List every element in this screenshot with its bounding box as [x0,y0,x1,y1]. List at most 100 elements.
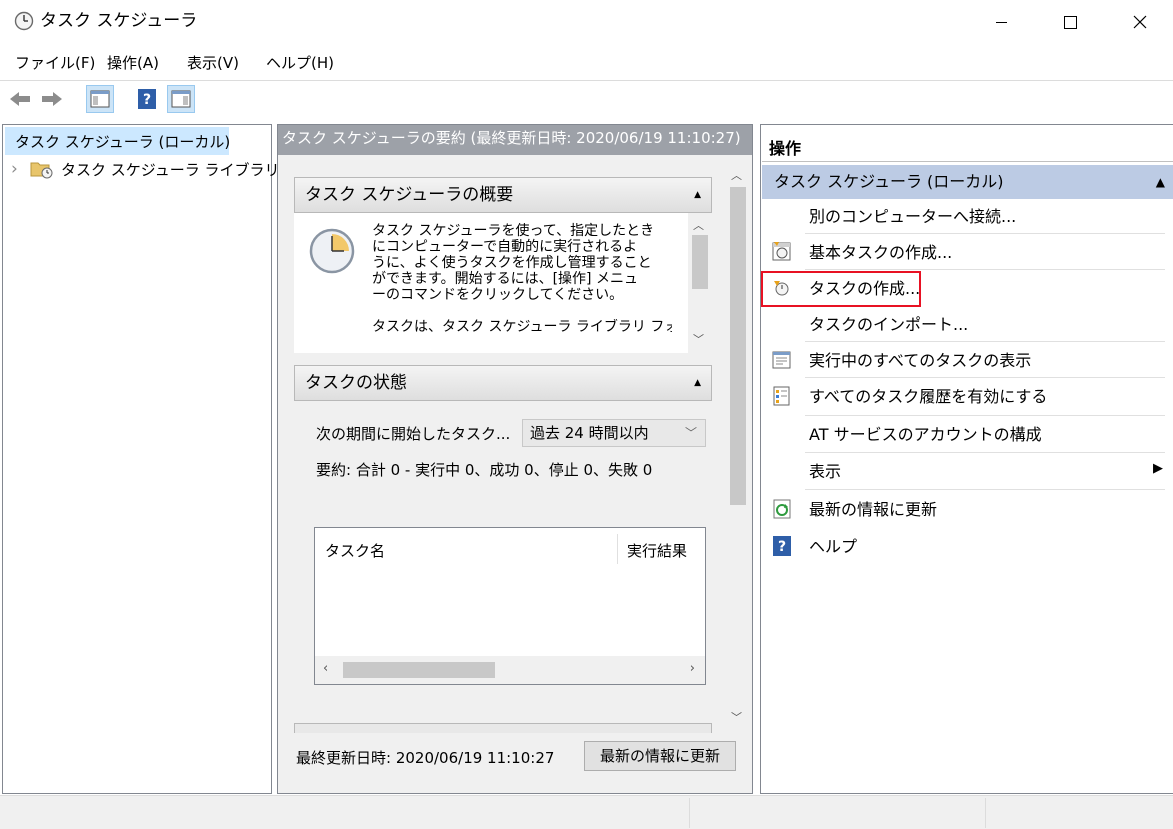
task-history-icon [773,386,790,406]
period-dropdown-value: 過去 24 時間以内 [530,424,649,442]
next-section-header[interactable] [294,723,712,733]
scroll-thumb[interactable] [692,235,708,289]
overview-content: タスク スケジューラを使って、指定したとき にコンピューターで自動的に実行される… [294,213,712,353]
divider [762,161,1173,162]
overview-section-header[interactable]: タスク スケジューラの概要 ▲ [294,177,712,213]
menu-file[interactable]: ファイル(F) [15,52,95,74]
period-dropdown[interactable]: 過去 24 時間以内 ﹀ [522,419,706,447]
help-icon: ? [773,536,791,556]
status-section-header[interactable]: タスクの状態 ▲ [294,365,712,401]
collapse-icon[interactable]: ▲ [1156,165,1165,199]
collapse-icon[interactable]: ▲ [694,178,701,212]
column-header-result[interactable]: 実行結果 [627,540,687,561]
status-bar [0,795,1173,829]
action-create-basic-task[interactable]: 基本タスクの作成... [809,241,952,265]
window-title: タスク スケジューラ [40,11,198,31]
divider [805,452,1165,453]
divider [805,489,1165,490]
menu-help[interactable]: ヘルプ(H) [266,52,334,74]
tree-item-local[interactable]: タスク スケジューラ (ローカル) [5,127,231,155]
overview-line: ができます。開始するには、[操作] メニュ [372,271,638,287]
divider [805,415,1165,416]
expand-icon[interactable]: › [11,159,29,179]
svg-text:?: ? [778,539,786,555]
forward-arrow-icon [42,92,62,106]
maximize-button[interactable] [1047,0,1093,44]
overview-section-title: タスク スケジューラの概要 [305,185,514,205]
clock-icon [14,11,34,31]
action-enable-task-history[interactable]: すべてのタスク履歴を有効にする [809,385,1047,409]
menu-action[interactable]: 操作(A) [107,52,159,74]
minimize-icon [995,21,1007,23]
tree-item-local-label: タスク スケジューラ (ローカル) [15,132,231,151]
running-tasks-icon [772,351,791,369]
summary-scrollbar[interactable]: ︿ ﹀ [726,161,750,729]
column-header-task-name[interactable]: タスク名 [325,540,385,561]
action-refresh[interactable]: 最新の情報に更新 [809,498,937,522]
divider [805,341,1165,342]
status-divider [985,798,986,828]
scroll-up-icon[interactable]: ︿ [731,167,742,183]
last-updated-label: 最終更新日時: 2020/06/19 11:10:27 [296,749,555,767]
back-button[interactable] [6,85,34,113]
overview-line: ーのコマンドをクリックしてください。 [372,287,624,303]
console-tree: タスク スケジューラ (ローカル) › タスク スケジューラ ライブラリ [2,124,280,794]
chevron-down-icon: ﹀ [684,426,697,440]
action-at-service-account[interactable]: AT サービスのアカウントの構成 [809,423,1042,447]
action-help[interactable]: ヘルプ [809,535,857,559]
forward-button[interactable] [38,85,66,113]
collapse-icon[interactable]: ▲ [694,366,701,400]
action-import-task[interactable]: タスクのインポート... [809,313,968,337]
scroll-up-icon[interactable]: ︿ [693,217,704,233]
actions-title: 操作 [769,139,802,158]
submenu-arrow-icon: ▶ [1153,461,1163,476]
help-button[interactable]: ? [133,85,161,113]
scroll-thumb[interactable] [730,187,746,505]
tree-item-library-label: タスク スケジューラ ライブラリ [61,160,280,179]
refresh-icon [773,499,791,519]
divider [805,233,1165,234]
summary-header: タスク スケジューラの要約 (最終更新日時: 2020/06/19 11:10:… [278,125,752,155]
close-icon [1133,15,1147,29]
close-button[interactable] [1117,0,1163,44]
svg-text:?: ? [143,92,151,108]
status-content: 次の期間に開始したタスク... 過去 24 時間以内 ﹀ 要約: 合計 0 - … [294,401,712,709]
show-hide-console-tree-button[interactable] [86,85,114,113]
scroll-down-icon[interactable]: ﹀ [731,709,742,725]
divider [805,269,1165,270]
scroll-right-icon[interactable]: › [690,661,695,676]
show-hide-action-pane-button[interactable] [167,85,195,113]
highlight-box [761,271,921,307]
toolbar: ? [0,80,1173,117]
clock-icon [309,228,355,274]
action-connect-computer[interactable]: 別のコンピューターへ接続... [809,205,1016,229]
task-table[interactable]: タスク名 実行結果 ‹ › [314,527,706,685]
back-arrow-icon [10,92,30,106]
menu-bar: ファイル(F) 操作(A) 表示(V) ヘルプ(H) [0,48,1173,78]
action-display-running-tasks[interactable]: 実行中のすべてのタスクの表示 [809,349,1031,373]
horizontal-scrollbar[interactable]: ‹ › [315,656,705,684]
help-icon: ? [138,89,156,109]
create-basic-task-icon [772,242,791,261]
menu-view[interactable]: 表示(V) [187,52,239,74]
overview-scrollbar[interactable]: ︿ ﹀ [688,213,712,353]
overview-line: うに、よく使うタスクを作成し管理すること [372,255,652,271]
action-view[interactable]: 表示 [809,460,841,484]
actions-section-title: タスク スケジューラ (ローカル) [774,172,1004,191]
scroll-down-icon[interactable]: ﹀ [693,331,704,347]
scroll-thumb[interactable] [343,662,495,678]
minimize-button[interactable] [978,0,1024,44]
refresh-button[interactable]: 最新の情報に更新 [584,741,736,771]
overview-line: タスク スケジューラを使って、指定したとき [372,223,655,239]
overview-text: タスク スケジューラを使って、指定したとき にコンピューターで自動的に実行される… [372,223,672,335]
status-summary: 要約: 合計 0 - 実行中 0、成功 0、停止 0、失敗 0 [316,461,653,479]
title-bar: タスク スケジューラ [0,0,1173,44]
actions-pane: 操作 タスク スケジューラ (ローカル) ▲ 別のコンピューターへ接続... 基… [760,124,1173,794]
summary-pane: タスク スケジューラの要約 (最終更新日時: 2020/06/19 11:10:… [277,124,753,794]
actions-section-header[interactable]: タスク スケジューラ (ローカル) ▲ [762,165,1173,199]
divider [805,377,1165,378]
status-divider [689,798,690,828]
scroll-left-icon[interactable]: ‹ [323,661,328,676]
tree-item-library[interactable]: › タスク スケジューラ ライブラリ [11,155,280,183]
overview-line: タスクは、タスク スケジューラ ライブラリ フォ [372,319,672,335]
